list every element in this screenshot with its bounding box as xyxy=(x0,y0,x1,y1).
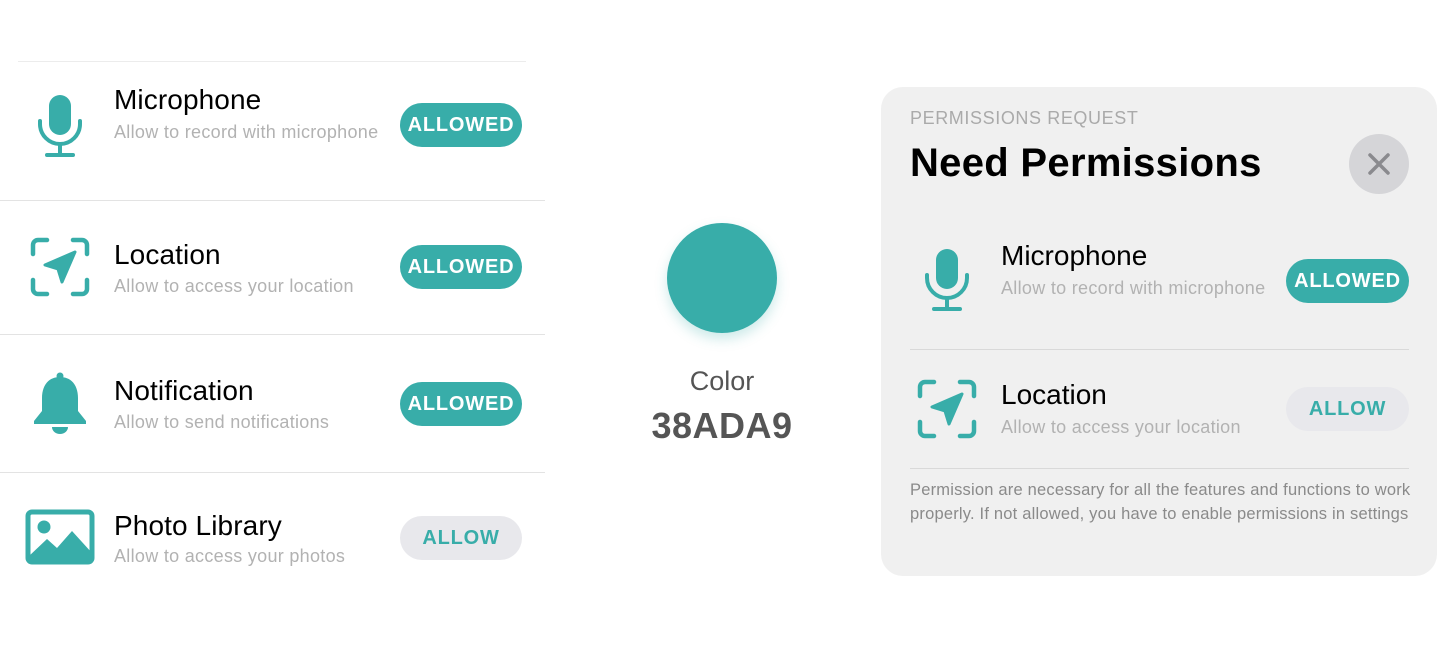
permission-row-notification: Notification Allow to send notifications… xyxy=(0,335,545,472)
permission-row-location: Location Allow to access your location A… xyxy=(0,201,545,334)
divider xyxy=(910,468,1409,469)
permission-description: Allow to access your location xyxy=(114,276,354,296)
color-swatch xyxy=(667,223,777,333)
modal-permission-description: Allow to access your location xyxy=(1001,417,1241,437)
location-icon xyxy=(24,231,96,303)
modal-eyebrow: PERMISSIONS REQUEST xyxy=(910,108,1139,128)
modal-location-allow-button[interactable]: ALLOW xyxy=(1286,387,1409,431)
permission-title: Notification xyxy=(114,375,254,406)
permission-description: Allow to record with microphone xyxy=(114,122,379,142)
bell-icon xyxy=(24,367,96,439)
permission-row-microphone: Microphone Allow to record with micropho… xyxy=(0,62,545,200)
microphone-allowed-button[interactable]: ALLOWED xyxy=(400,103,522,147)
swatch-label: Color xyxy=(689,366,755,396)
microphone-icon xyxy=(911,244,983,316)
permission-row-photo-library: Photo Library Allow to access your photo… xyxy=(0,473,545,603)
modal-permission-title: Microphone xyxy=(1001,240,1148,271)
permission-description: Allow to access your photos xyxy=(114,546,346,566)
permission-description: Allow to send notifications xyxy=(114,412,330,432)
permission-title: Microphone xyxy=(114,84,262,115)
divider xyxy=(910,349,1409,350)
modal-footer-text: Permission are necessary for all the fea… xyxy=(910,481,1411,523)
photo-icon xyxy=(24,501,96,573)
microphone-icon xyxy=(24,90,96,162)
modal-permission-description: Allow to record with microphone xyxy=(1001,278,1266,298)
modal-title: Need Permissions xyxy=(910,141,1262,185)
swatch-hex-value: 38ADA9 xyxy=(651,405,793,446)
notification-allowed-button[interactable]: ALLOWED xyxy=(400,382,522,426)
photo-library-allow-button[interactable]: ALLOW xyxy=(400,516,522,560)
location-icon xyxy=(911,373,983,445)
permission-title: Photo Library xyxy=(114,510,282,541)
permissions-list: Microphone Allow to record with micropho… xyxy=(0,0,545,664)
permissions-modal: PERMISSIONS REQUEST Need Permissions Mic… xyxy=(881,87,1437,576)
location-allowed-button[interactable]: ALLOWED xyxy=(400,245,522,289)
modal-permission-title: Location xyxy=(1001,379,1107,410)
permission-title: Location xyxy=(114,239,221,270)
close-icon xyxy=(1368,153,1390,175)
modal-microphone-allowed-button[interactable]: ALLOWED xyxy=(1286,259,1409,303)
close-button[interactable] xyxy=(1349,134,1409,194)
